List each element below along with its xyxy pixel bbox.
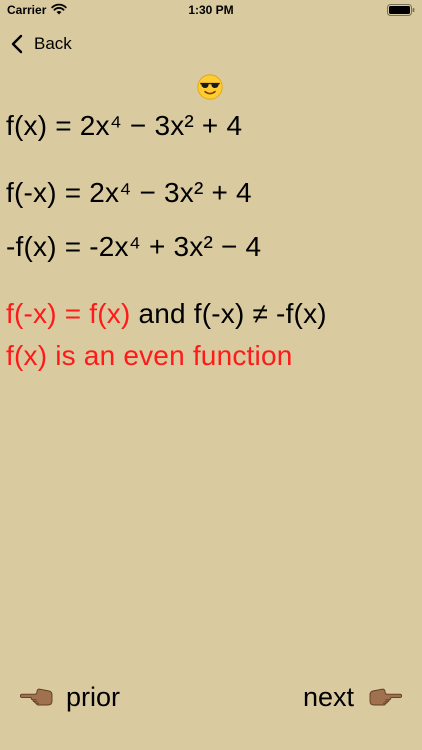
function-of-negative-x: f(-x) = 2x⁴ − 3x² + 4 [6,177,252,208]
smiling-face-with-sunglasses-icon [197,74,223,100]
chevron-left-icon [11,34,23,54]
comparison-statement: f(-x) = f(x) and f(-x) ≠ -f(x) [6,298,327,330]
back-label: Back [34,34,72,53]
function-definition: f(x) = 2x⁴ − 3x² + 4 [6,110,243,141]
backhand-index-pointing-left-icon [20,688,53,706]
prior-button[interactable]: prior [20,678,120,716]
back-button[interactable]: Back [10,30,72,58]
conclusion-statement: f(x) is an even function [6,340,293,371]
battery-icon [387,4,415,16]
negative-function: -f(x) = -2x⁴ + 3x² − 4 [6,231,262,262]
comparison-highlight: f(-x) = f(x) [6,298,131,329]
comparison-rest: and f(-x) ≠ -f(x) [130,298,327,329]
status-bar: Carrier 1:30 PM [0,0,422,24]
prior-label: prior [66,681,121,712]
clock-time: 1:30 PM [188,3,234,17]
backhand-index-pointing-right-icon [369,688,402,706]
next-label: next [302,681,354,712]
next-button[interactable]: next [303,678,402,716]
